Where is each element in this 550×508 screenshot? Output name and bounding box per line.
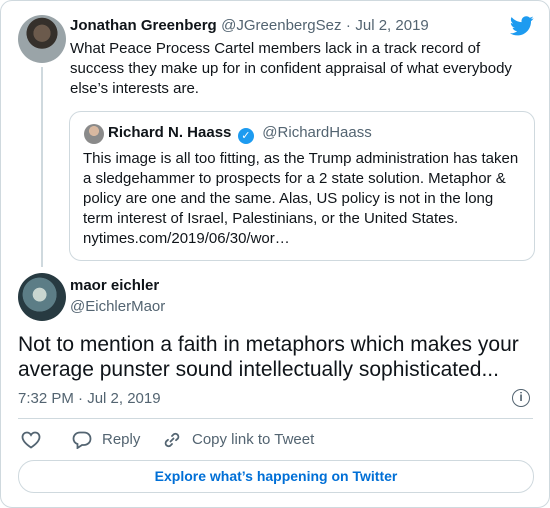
link-icon[interactable] — [163, 431, 181, 449]
quoted-author-avatar — [84, 124, 104, 144]
reply-bubble-icon[interactable] — [72, 431, 92, 449]
parent-header: Jonathan Greenberg @JGreenbergSez · Jul … — [70, 17, 429, 35]
quoted-author-handle: @RichardHaass — [262, 124, 372, 141]
copy-link-button[interactable]: Copy link to Tweet — [192, 431, 314, 448]
quoted-header: Richard N. Haass ✓ @RichardHaass — [108, 124, 372, 144]
parent-date[interactable]: Jul 2, 2019 — [355, 17, 428, 34]
action-divider — [18, 418, 533, 419]
explore-twitter-button[interactable]: Explore what’s happening on Twitter — [18, 460, 534, 493]
quoted-tweet-text: This image is all too fitting, as the Tr… — [83, 150, 519, 247]
parent-tweet-text: What Peace Process Cartel members lack i… — [70, 40, 512, 97]
parent-author-avatar[interactable] — [18, 15, 66, 63]
parent-separator: · — [345, 17, 351, 34]
author-avatar[interactable] — [18, 273, 66, 321]
author-handle[interactable]: @EichlerMaor — [70, 298, 165, 315]
quoted-tweet[interactable]: Richard N. Haass ✓ @RichardHaass This im… — [69, 111, 535, 261]
tweet-timestamp[interactable]: 7:32 PM · Jul 2, 2019 — [18, 390, 161, 407]
parent-author-name[interactable]: Jonathan Greenberg — [70, 17, 217, 34]
tweet-card: Jonathan Greenberg @JGreenbergSez · Jul … — [0, 0, 550, 508]
heart-icon[interactable] — [21, 431, 41, 449]
author-name[interactable]: maor eichler — [70, 277, 159, 294]
tweet-text: Not to mention a faith in metaphors whic… — [18, 333, 519, 381]
info-icon[interactable]: i — [512, 389, 530, 407]
verified-badge-icon: ✓ — [237, 128, 254, 144]
parent-author-handle[interactable]: @JGreenbergSez — [221, 17, 341, 34]
reply-button[interactable]: Reply — [102, 431, 140, 448]
twitter-bird-icon[interactable] — [510, 16, 534, 36]
quoted-author-name: Richard N. Haass — [108, 124, 232, 141]
thread-line — [41, 67, 43, 267]
